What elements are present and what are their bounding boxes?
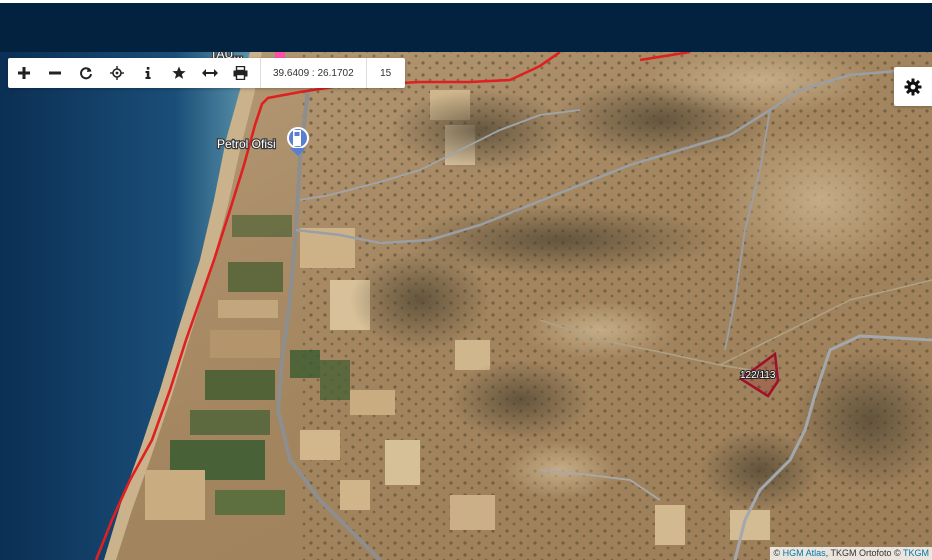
print-icon	[233, 66, 248, 80]
parcel-label: 122/113	[740, 370, 776, 381]
info-icon	[145, 67, 151, 79]
star-icon	[171, 66, 186, 79]
favorite-button[interactable]	[163, 58, 194, 88]
measure-button[interactable]	[194, 58, 225, 88]
gear-icon	[904, 78, 922, 95]
map-view[interactable]: 122/113 Petrol Ofisi TAU...	[0, 52, 932, 560]
coordinate-readout: 39.6409 : 26.1702	[260, 58, 366, 88]
settings-button[interactable]	[894, 67, 932, 106]
refresh-icon	[79, 67, 92, 80]
print-button[interactable]	[225, 58, 256, 88]
locate-icon	[109, 66, 124, 80]
zoom-in-button[interactable]	[8, 58, 39, 88]
zoom-in-icon	[17, 67, 30, 79]
header-bar	[0, 0, 932, 52]
zoom-level-readout: 15	[365, 58, 405, 88]
map-attribution: © HGM Atlas, TKGM Ortofoto © TKGM	[769, 547, 932, 560]
locate-button[interactable]	[101, 58, 132, 88]
satellite-map[interactable]: 122/113 Petrol Ofisi TAU...	[0, 52, 932, 560]
zoom-out-icon	[48, 71, 61, 75]
hgm-atlas-link[interactable]: HGM Atlas	[783, 548, 826, 558]
refresh-button[interactable]	[70, 58, 101, 88]
measure-icon	[201, 69, 218, 77]
info-button[interactable]	[132, 58, 163, 88]
map-toolbar: 39.6409 : 26.1702 15	[8, 58, 405, 88]
map-page: 122/113 Petrol Ofisi TAU... 39.6409: 26…	[0, 0, 932, 560]
zoom-out-button[interactable]	[39, 58, 70, 88]
attribution-prefix: ©	[773, 548, 783, 558]
poi-label: Petrol Ofisi	[217, 137, 276, 151]
attribution-middle: , TKGM Ortofoto ©	[825, 548, 903, 558]
tkgm-link[interactable]: TKGM	[903, 548, 929, 558]
